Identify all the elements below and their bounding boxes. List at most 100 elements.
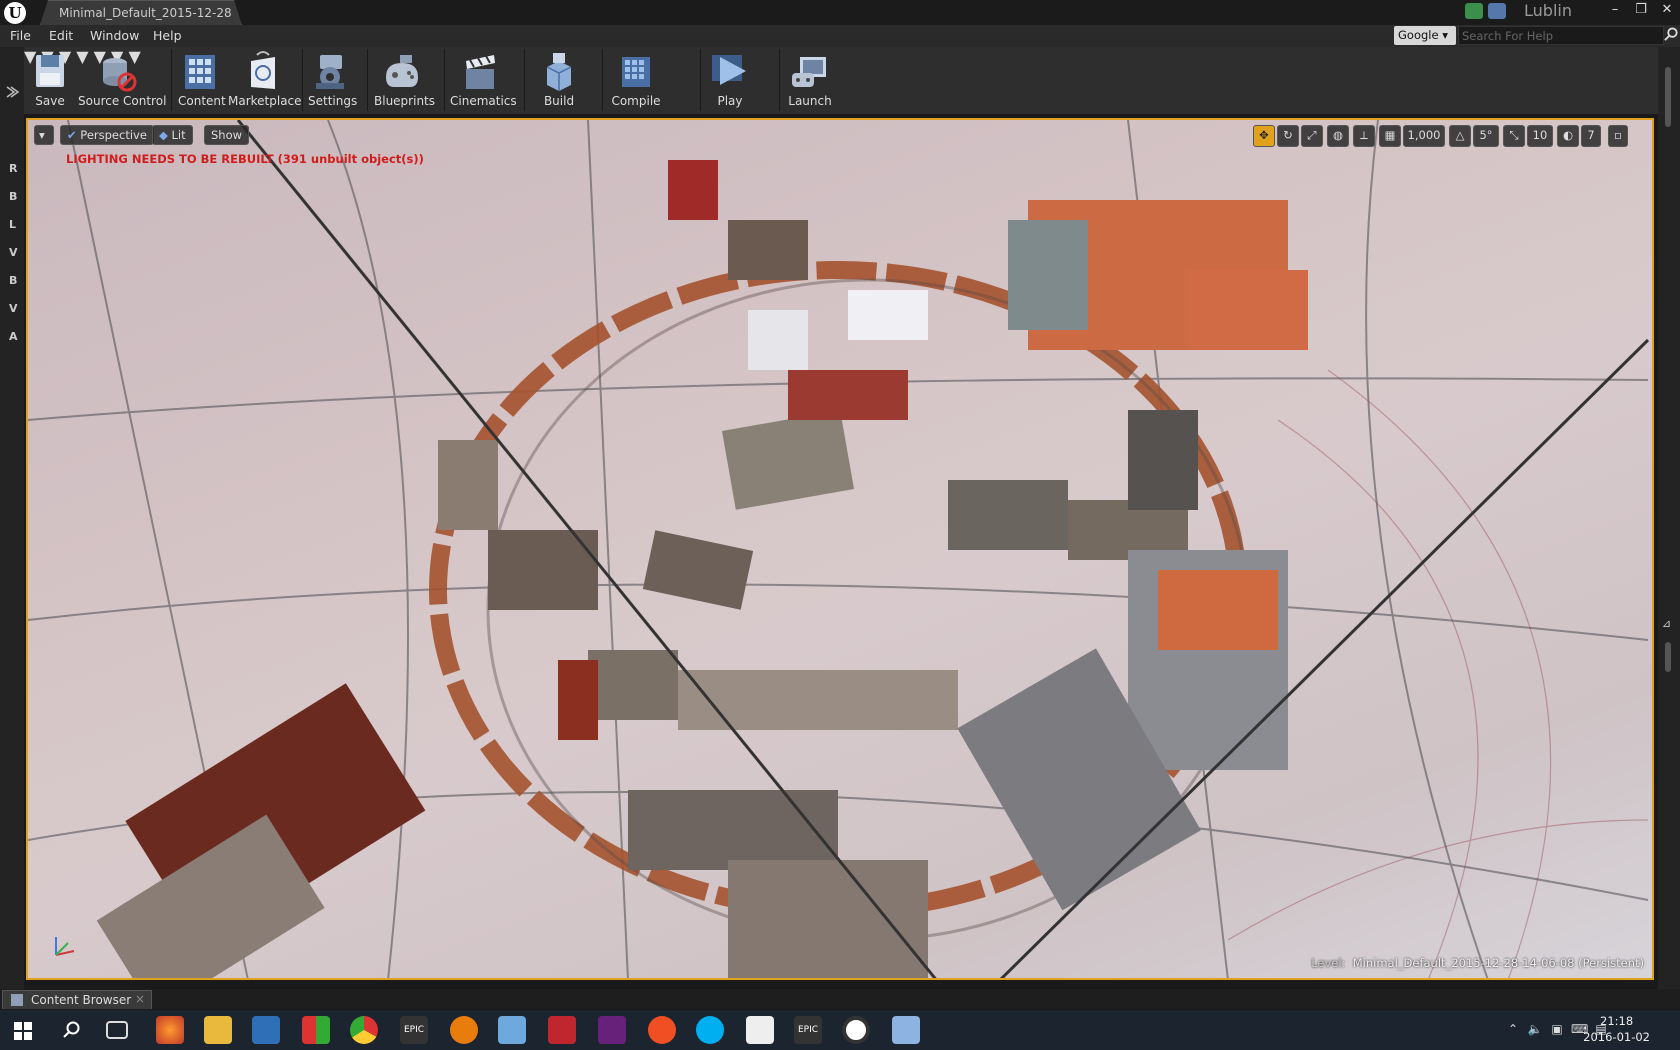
maximize-viewport-icon[interactable]: ▫ bbox=[1608, 125, 1628, 147]
compile-button[interactable]: Compile bbox=[608, 51, 664, 111]
epic-launcher-icon-2[interactable]: EPIC bbox=[794, 1016, 822, 1044]
play-button[interactable]: Play bbox=[708, 51, 752, 111]
chat-icon[interactable] bbox=[1465, 3, 1483, 19]
scale-icon[interactable]: ⤢ bbox=[1301, 125, 1323, 147]
rotation-snap-icon[interactable]: △ bbox=[1449, 125, 1471, 147]
level-editor-toolbar: Save Source Control ▼ Content Marketplac… bbox=[24, 47, 1658, 115]
scale-snap-icon[interactable]: ⤡ bbox=[1503, 125, 1525, 147]
show-button[interactable]: Show bbox=[204, 125, 250, 145]
lit-button[interactable]: ◆ Lit bbox=[152, 125, 193, 145]
close-button[interactable]: ✕ bbox=[1654, 0, 1680, 22]
search-icon[interactable] bbox=[1664, 27, 1679, 42]
scene-render bbox=[28, 120, 1650, 978]
save-icon bbox=[36, 55, 64, 87]
source-control-icon bbox=[103, 58, 137, 92]
help-search-input[interactable]: Search For Help bbox=[1458, 26, 1664, 45]
content-browser-tab[interactable]: Content Browser × bbox=[2, 990, 152, 1009]
mode-tab[interactable]: R bbox=[9, 162, 17, 175]
store-icon[interactable] bbox=[252, 1016, 280, 1044]
save-button[interactable]: Save bbox=[30, 51, 70, 111]
right-panel-strip: ⊿ bbox=[1658, 47, 1680, 989]
menu-help[interactable]: Help bbox=[153, 28, 182, 43]
firefox-icon[interactable] bbox=[156, 1016, 184, 1044]
grid-snap-value[interactable]: 1,000 bbox=[1403, 125, 1445, 147]
rotation-snap-value[interactable]: 5° bbox=[1473, 125, 1499, 147]
perspective-button[interactable]: ✔ Perspective bbox=[60, 125, 154, 145]
world-local-icon[interactable]: ◍ bbox=[1327, 125, 1349, 147]
blender-icon[interactable] bbox=[450, 1016, 478, 1044]
content-browser-icon bbox=[11, 994, 23, 1006]
blueprints-button[interactable]: Blueprints bbox=[374, 51, 435, 111]
rotate-icon[interactable]: ↻ bbox=[1277, 125, 1299, 147]
launch-icon bbox=[792, 57, 826, 87]
menu-window[interactable]: Window bbox=[90, 28, 139, 43]
maximize-button[interactable]: ❐ bbox=[1628, 0, 1654, 22]
pin-icon[interactable]: ⊿ bbox=[1662, 617, 1676, 631]
cinematics-icon bbox=[466, 55, 495, 89]
volume-icon[interactable]: 🔈 bbox=[1527, 1022, 1543, 1038]
calculator-icon[interactable] bbox=[746, 1016, 774, 1044]
3d-app-icon[interactable] bbox=[498, 1016, 526, 1044]
grid-snap-icon[interactable]: ▦ bbox=[1379, 125, 1401, 147]
close-tab-icon[interactable]: × bbox=[135, 992, 145, 1006]
build-button[interactable]: Build bbox=[531, 51, 587, 111]
marketplace-icon bbox=[251, 51, 275, 89]
scrollbar-thumb[interactable] bbox=[1665, 67, 1671, 127]
title-bar: U Minimal_Default_2015-12-28 Lublin – ❐ … bbox=[0, 0, 1680, 25]
mode-tab[interactable]: L bbox=[9, 218, 16, 231]
unreal-logo-icon: U bbox=[4, 2, 26, 24]
mode-tab[interactable]: B bbox=[9, 274, 17, 287]
mode-tab[interactable]: B bbox=[9, 190, 17, 203]
unreal-editor-icon[interactable] bbox=[842, 1016, 870, 1044]
settings-icon bbox=[316, 55, 344, 89]
app-icon-2[interactable] bbox=[648, 1016, 676, 1044]
mode-tab[interactable]: V bbox=[9, 302, 18, 315]
mode-tab[interactable]: V bbox=[9, 246, 18, 259]
translate-icon[interactable]: ✥ bbox=[1253, 125, 1275, 147]
project-name: Lublin bbox=[1524, 1, 1572, 20]
cinematics-button[interactable]: Cinematics bbox=[450, 51, 517, 111]
launch-button[interactable]: Launch bbox=[786, 51, 834, 111]
source-control-button[interactable]: Source Control bbox=[78, 51, 166, 111]
document-tab[interactable]: Minimal_Default_2015-12-28 bbox=[40, 0, 242, 25]
mode-tab[interactable]: A bbox=[9, 330, 18, 343]
modes-strip: R B L V B V A bbox=[0, 47, 24, 989]
paint-icon[interactable] bbox=[892, 1016, 920, 1044]
content-icon bbox=[185, 55, 215, 89]
windows-taskbar: EPIC EPIC ⌃ 🔈 ▣ ⌨ ▤ 21:18 2016-01-02 bbox=[0, 1010, 1680, 1050]
viewport-options-button[interactable]: ▾ bbox=[34, 125, 54, 145]
settings-button[interactable]: Settings bbox=[308, 51, 357, 111]
task-view-icon[interactable] bbox=[106, 1021, 128, 1039]
surface-snap-icon[interactable]: ⟂ bbox=[1353, 125, 1375, 147]
windows-start-icon[interactable] bbox=[14, 1022, 32, 1040]
scrollbar-thumb-2[interactable] bbox=[1665, 642, 1671, 672]
blueprints-icon bbox=[386, 55, 418, 87]
camera-speed-value[interactable]: 7 bbox=[1581, 125, 1601, 147]
bottom-tab-bar: Content Browser × bbox=[0, 989, 1680, 1009]
build-icon bbox=[546, 53, 572, 91]
level-viewport[interactable]: ▾ ✔ Perspective ◆ Lit Show LIGHTING NEED… bbox=[26, 118, 1654, 980]
expand-arrow-icon[interactable] bbox=[4, 85, 20, 99]
menu-edit[interactable]: Edit bbox=[49, 28, 73, 43]
file-explorer-icon[interactable] bbox=[204, 1016, 232, 1044]
search-icon[interactable] bbox=[63, 1021, 81, 1039]
scale-snap-value[interactable]: 10 bbox=[1527, 125, 1553, 147]
minimize-button[interactable]: – bbox=[1602, 0, 1628, 22]
visual-studio-icon[interactable] bbox=[598, 1016, 626, 1044]
network-icon[interactable]: ▣ bbox=[1549, 1022, 1565, 1038]
camera-speed-icon[interactable]: ◐ bbox=[1557, 125, 1579, 147]
clock[interactable]: 21:18 2016-01-02 bbox=[1583, 1013, 1650, 1045]
skype-icon[interactable] bbox=[696, 1016, 724, 1044]
acrobat-icon[interactable] bbox=[548, 1016, 576, 1044]
lighting-warning: LIGHTING NEEDS TO BE REBUILT (391 unbuil… bbox=[66, 152, 424, 166]
app-icon[interactable] bbox=[302, 1016, 330, 1044]
marketplace-button[interactable]: Marketplace bbox=[228, 51, 302, 111]
content-button[interactable]: Content bbox=[178, 51, 226, 111]
graduation-cap-icon[interactable] bbox=[1488, 3, 1506, 19]
menu-file[interactable]: File bbox=[10, 28, 31, 43]
tray-chevron-icon[interactable]: ⌃ bbox=[1505, 1022, 1521, 1038]
search-provider-select[interactable]: Google ▾ bbox=[1394, 26, 1456, 45]
level-name: Minimal_Default_2015-12-28-14-06-08 (Per… bbox=[1352, 956, 1644, 970]
chrome-icon[interactable] bbox=[350, 1016, 378, 1044]
epic-launcher-icon[interactable]: EPIC bbox=[400, 1016, 428, 1044]
